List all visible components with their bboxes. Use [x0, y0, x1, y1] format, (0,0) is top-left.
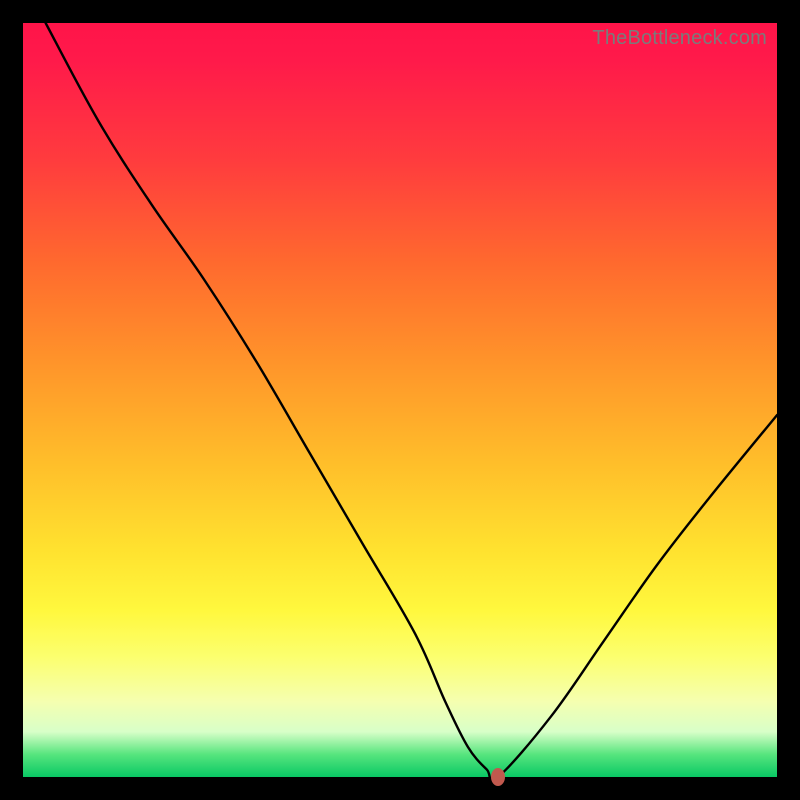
minimum-marker: [491, 768, 505, 786]
bottleneck-curve: [23, 23, 777, 777]
watermark-text: TheBottleneck.com: [592, 27, 767, 50]
plot-area: TheBottleneck.com: [23, 23, 777, 777]
chart-frame: TheBottleneck.com: [0, 0, 800, 800]
